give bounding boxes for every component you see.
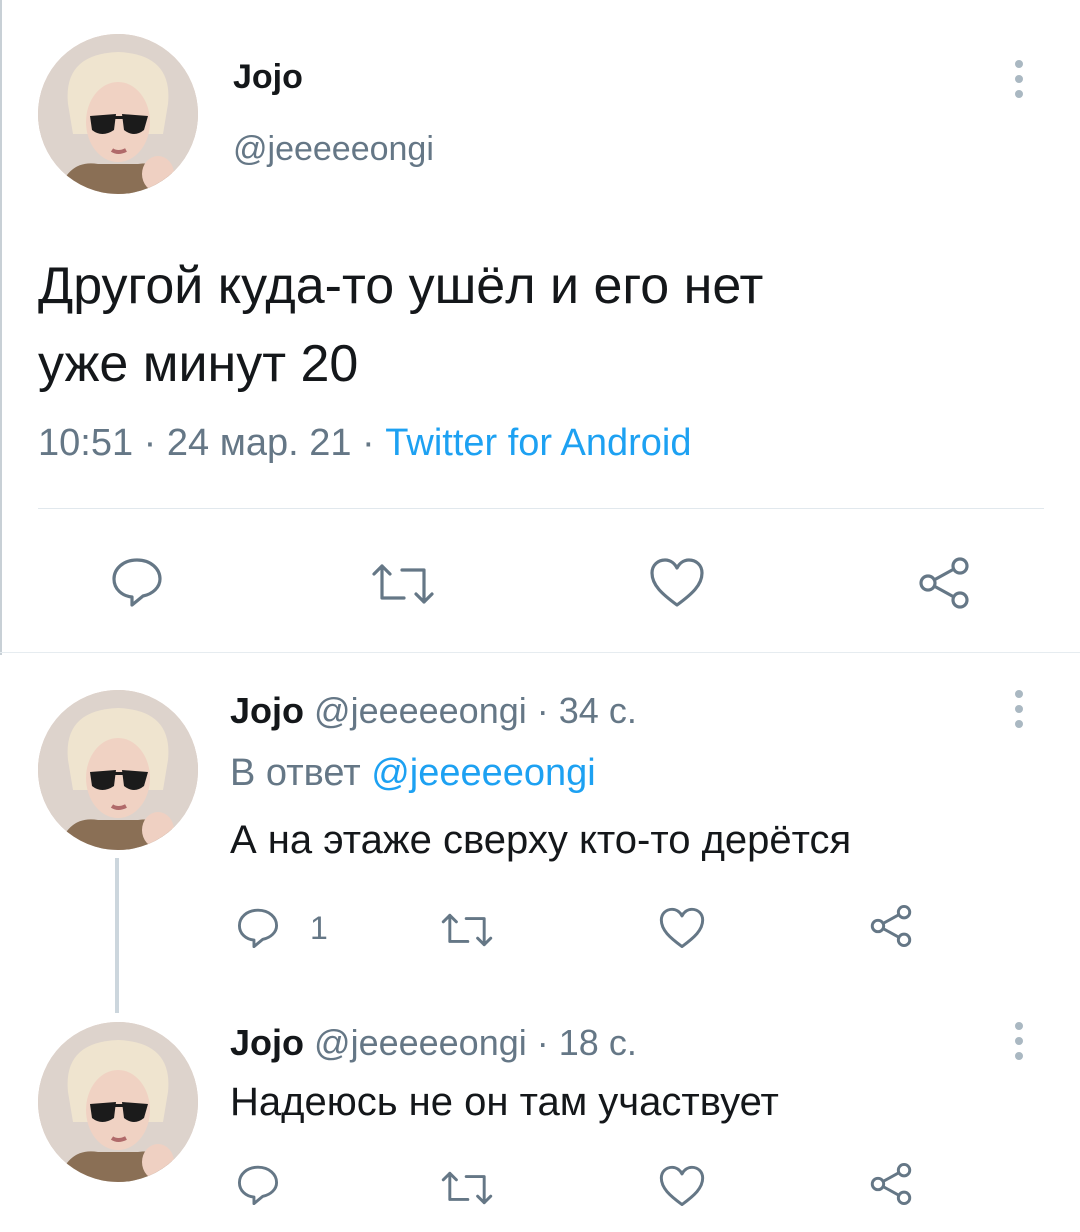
replying-to: В ответ @jeeeeeongi <box>230 752 596 795</box>
tweet-text: Надеюсь не он там участвует <box>230 1080 779 1124</box>
tweet-age: 18 с. <box>558 1022 637 1063</box>
reply-icon[interactable] <box>236 1164 280 1206</box>
display-name[interactable]: Jojo <box>230 690 304 731</box>
avatar[interactable] <box>38 690 198 850</box>
retweet-icon[interactable] <box>440 912 494 948</box>
tweet-age: 34 с. <box>558 690 637 731</box>
avatar[interactable] <box>38 1022 198 1182</box>
more-icon[interactable] <box>1014 690 1024 735</box>
reply-header: Jojo @jeeeeeongi · 18 с. <box>230 1022 637 1064</box>
replying-to-handle[interactable]: @jeeeeeongi <box>371 752 596 794</box>
user-handle[interactable]: @jeeeeeongi <box>314 690 527 731</box>
avatar-image <box>38 690 198 850</box>
reply-icon[interactable] <box>110 556 164 608</box>
display-name[interactable]: Jojo <box>233 58 303 97</box>
reply-icon[interactable] <box>236 907 280 949</box>
user-handle[interactable]: @jeeeeeongi <box>233 130 434 169</box>
share-icon[interactable] <box>916 556 972 610</box>
avatar-image <box>38 1022 198 1182</box>
avatar-image <box>38 34 198 194</box>
user-handle[interactable]: @jeeeeeongi <box>314 1022 527 1063</box>
separator: · <box>536 690 549 731</box>
separator: · <box>362 422 375 464</box>
tweet-date: 24 мар. 21 <box>166 422 352 464</box>
like-icon[interactable] <box>658 906 706 949</box>
retweet-icon[interactable] <box>440 1170 494 1206</box>
more-icon[interactable] <box>1014 60 1024 105</box>
frame-edge <box>0 0 2 655</box>
thread-line <box>115 858 119 1013</box>
separator: · <box>143 422 157 464</box>
reply-count: 1 <box>310 910 328 946</box>
tweet-text-line: Другой куда-то ушёл и его нет <box>38 257 764 315</box>
display-name[interactable]: Jojo <box>230 1022 304 1063</box>
like-icon[interactable] <box>648 556 706 608</box>
retweet-icon[interactable] <box>370 562 436 606</box>
tweet-meta: 10:51 · 24 мар. 21 · Twitter for Android <box>38 422 692 465</box>
reply-header: Jojo @jeeeeeongi · 34 с. <box>230 690 637 732</box>
share-icon[interactable] <box>868 904 914 948</box>
tweet-time: 10:51 <box>38 422 134 464</box>
avatar[interactable] <box>38 34 198 194</box>
more-icon[interactable] <box>1014 1022 1024 1067</box>
replying-to-label: В ответ <box>230 752 361 794</box>
share-icon[interactable] <box>868 1162 914 1206</box>
divider <box>38 508 1044 509</box>
tweet-text-line: уже минут 20 <box>38 335 359 393</box>
tweet-text: Другой куда-то ушёл и его нет уже минут … <box>38 247 763 403</box>
like-icon[interactable] <box>658 1164 706 1207</box>
divider <box>0 652 1080 653</box>
tweet-client-link[interactable]: Twitter for Android <box>385 422 691 464</box>
tweet-text: А на этаже сверху кто-то дерётся <box>230 818 852 862</box>
separator: · <box>536 1022 549 1063</box>
